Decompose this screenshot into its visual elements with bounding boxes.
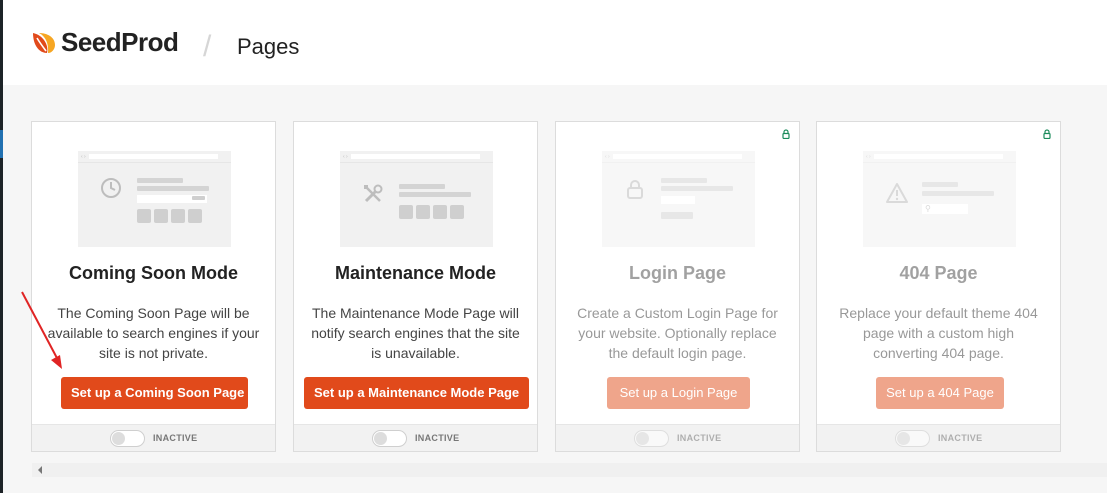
search-icon: ⚲	[925, 204, 931, 213]
card-404: ‹ › ⚲ 404 Page Replace your default them…	[816, 121, 1061, 452]
header: SeedProd / Pages	[3, 0, 1107, 85]
lock-icon	[782, 129, 790, 139]
login-illustration: ‹ ›	[602, 151, 755, 247]
maintenance-toggle[interactable]	[372, 430, 407, 447]
coming-soon-illustration: ‹ ›	[78, 151, 231, 247]
maintenance-illustration: ‹ ›	[340, 151, 493, 247]
tools-icon	[364, 184, 383, 203]
card-title: 404 Page	[899, 263, 978, 283]
card-footer: INACTIVE	[817, 424, 1060, 451]
card-title: Maintenance Mode	[334, 263, 497, 283]
404-illustration: ‹ › ⚲	[863, 151, 1016, 247]
card-footer: INACTIVE	[294, 424, 537, 451]
seedprod-leaf-icon	[33, 32, 55, 53]
status-label: INACTIVE	[677, 433, 722, 443]
setup-login-button[interactable]: Set up a Login Page	[607, 377, 750, 409]
seedprod-logo[interactable]: SeedProd	[31, 27, 179, 58]
card-title: Login Page	[628, 263, 726, 283]
404-toggle[interactable]	[895, 430, 930, 447]
status-label: INACTIVE	[938, 433, 983, 443]
status-label: INACTIVE	[415, 433, 460, 443]
status-label: INACTIVE	[153, 433, 198, 443]
card-description: Create a Custom Login Page for your webs…	[577, 305, 778, 361]
card-description: The Maintenance Mode Page will notify se…	[311, 305, 520, 361]
padlock-icon	[627, 180, 643, 199]
page-title: Pages	[237, 34, 300, 59]
card-description: The Coming Soon Page will be available t…	[47, 305, 260, 361]
login-toggle[interactable]	[634, 430, 669, 447]
card-coming-soon: ‹ › Coming Soon Mode The Coming Soon Pag…	[31, 121, 276, 452]
logo-text: SeedProd	[61, 27, 179, 57]
card-login: ‹ › Login Page Create a Custom Login Pag…	[555, 121, 800, 452]
annotation-arrow-icon	[21, 291, 62, 369]
setup-coming-soon-button[interactable]: Set up a Coming Soon Page	[61, 377, 248, 409]
breadcrumb-separator: /	[203, 30, 212, 63]
warning-icon	[886, 183, 908, 203]
card-title: Coming Soon Mode	[69, 263, 238, 283]
setup-404-button[interactable]: Set up a 404 Page	[876, 377, 1004, 409]
card-footer: INACTIVE	[32, 424, 275, 451]
card-maintenance: ‹ › Maintenance Mode The Maintenance Mod…	[293, 121, 538, 452]
card-footer: INACTIVE	[556, 424, 799, 451]
coming-soon-toggle[interactable]	[110, 430, 145, 447]
scroll-left-arrow-icon[interactable]	[38, 466, 42, 474]
main-content: ‹ › Coming Soon Mode The Coming Soon Pag…	[3, 85, 1107, 493]
horizontal-scrollbar[interactable]	[32, 463, 1107, 477]
card-description: Replace your default theme 404 page with…	[839, 305, 1038, 361]
setup-maintenance-button[interactable]: Set up a Maintenance Mode Page	[304, 377, 529, 409]
lock-icon	[1043, 129, 1051, 139]
clock-icon	[101, 178, 121, 198]
